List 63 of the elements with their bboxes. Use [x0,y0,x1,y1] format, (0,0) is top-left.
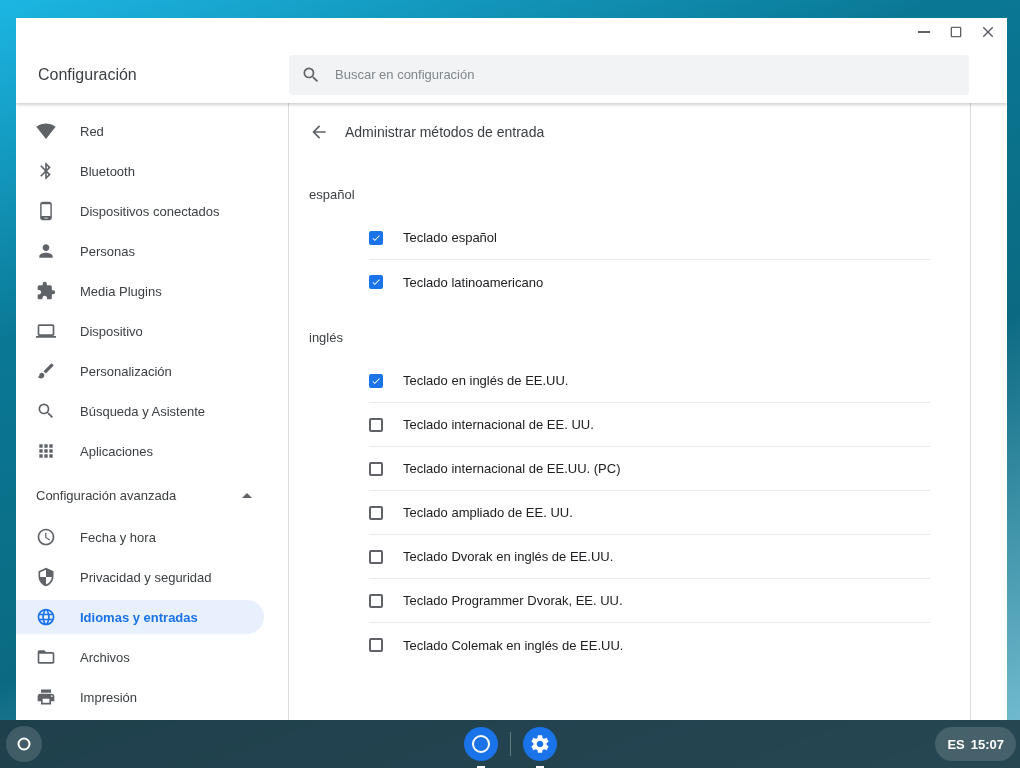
sidebar-item[interactable]: Dispositivo [16,314,264,348]
input-method-label: Teclado internacional de EE. UU. [403,417,594,432]
input-method-label: Teclado español [403,230,497,245]
status-tray[interactable]: ES 15:07 [935,727,1016,761]
page-title: Administrar métodos de entrada [345,124,545,140]
checkbox[interactable] [369,505,383,520]
caret-up-icon [242,492,252,498]
settings-icon [528,733,551,755]
running-indicator [476,766,485,768]
launcher-circle-icon [17,737,31,751]
language-heading: inglés [308,329,344,347]
ring-icon [470,734,491,754]
checkbox[interactable] [369,638,383,652]
sidebar-item[interactable]: Media Plugins [16,274,264,308]
input-method-label: Teclado latinoamericano [403,274,544,290]
sidebar-item[interactable]: Personalización [16,354,264,388]
running-indicator [535,766,544,768]
folder-icon [36,647,56,667]
input-method-label: Teclado Dvorak en inglés de EE.UU. [403,549,614,564]
sidebar-item[interactable]: Idiomas y entradas [16,600,264,634]
input-method-label: Teclado ampliado de EE. UU. [403,505,573,520]
settings-app-button[interactable] [522,727,557,761]
laptop-icon [36,321,56,341]
input-method-label: Teclado en inglés de EE.UU. [403,373,569,388]
sidebar-item[interactable]: Impresión [16,680,264,714]
sidebar-item[interactable]: Personas [16,234,264,268]
clock-icon [36,527,56,547]
clock-time: 15:07 [970,736,1004,752]
checkbox[interactable] [369,549,383,564]
keyboard-language: ES [947,736,965,752]
sidebar-item[interactable]: Fecha y hora [16,520,264,554]
sidebar-item[interactable]: Bluetooth [16,154,264,188]
sidebar-item[interactable]: Privacidad y seguridad [16,560,264,594]
puzzle-icon [36,281,56,301]
language-heading: español [308,186,356,204]
input-method-label: Teclado Colemak en inglés de EE.UU. [403,637,624,653]
advanced-section-toggle[interactable]: Configuración avanzada [16,473,266,517]
brush-icon [36,361,56,381]
checkbox[interactable] [369,593,383,608]
sidebar-item[interactable]: Archivos [16,640,264,674]
sidebar-item[interactable]: Aplicaciones [16,434,264,468]
wifi-icon [36,121,56,141]
maximize-icon [948,24,964,40]
checkbox[interactable] [369,275,383,289]
checkbox[interactable] [369,230,383,245]
printer-icon [36,687,56,707]
input-method-label: Teclado internacional de EE.UU. (PC) [403,461,621,476]
input-method-label: Teclado Programmer Dvorak, EE. UU. [403,593,623,608]
globe-icon [36,607,56,627]
checkbox[interactable] [369,461,383,476]
minimize-icon [918,31,930,33]
window-title: Configuración [37,65,138,84]
checkbox[interactable] [369,373,383,388]
sidebar-item[interactable]: Red [16,114,264,148]
launcher-button[interactable] [6,726,42,762]
shield-icon [36,567,56,587]
apps-grid-icon [36,441,56,461]
checkbox[interactable] [369,417,383,432]
browser-app-button[interactable] [463,727,498,761]
search-field[interactable]: Buscar en configuración [289,54,969,95]
search-icon [36,401,56,421]
sidebar-item[interactable]: Dispositivos conectados [16,194,264,228]
sidebar-item[interactable]: Búsqueda y Asistente [16,394,264,428]
